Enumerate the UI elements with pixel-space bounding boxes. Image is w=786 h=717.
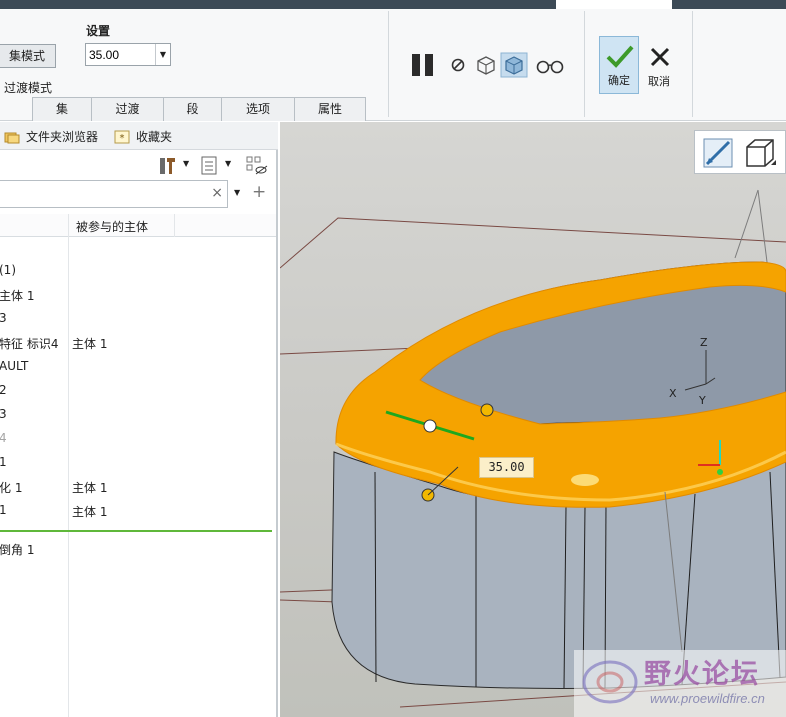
folder-browser-label: 文件夹浏览器: [26, 130, 99, 144]
tree-row-name: 1: [0, 503, 7, 517]
view-toolbar: [694, 130, 786, 174]
tree-row[interactable]: 倒角 1: [0, 538, 276, 562]
tree-row-name: 3: [0, 407, 7, 421]
tree-row-body: 主体 1: [72, 337, 108, 351]
watermark-logo-icon: [582, 660, 638, 704]
pause-icon[interactable]: [410, 52, 436, 78]
attached-preview-icon[interactable]: [500, 52, 528, 78]
tree-settings-icon[interactable]: [157, 155, 179, 177]
confirm-button[interactable]: 确定: [599, 36, 639, 94]
graphics-viewport[interactable]: Z X Y: [280, 122, 786, 717]
chevron-down-icon[interactable]: ▼: [225, 159, 231, 168]
tree-row-name: (1): [0, 263, 16, 277]
radius-drag-handle[interactable]: [480, 403, 494, 417]
tree-row[interactable]: 3: [0, 308, 276, 332]
no-preview-icon[interactable]: [450, 57, 466, 73]
show-list-icon[interactable]: [199, 155, 221, 177]
sketch-view-icon[interactable]: [703, 138, 733, 168]
tree-row-name: 1: [0, 455, 7, 469]
chevron-down-icon[interactable]: ▼: [234, 188, 240, 197]
insert-indicator[interactable]: [0, 530, 272, 532]
tab-options[interactable]: 选项: [221, 97, 295, 121]
ribbon-panel: 设置 集模式 过渡模式 ▼ 集 过渡 段 选项 属性: [0, 9, 786, 121]
tab-pieces[interactable]: 段: [163, 97, 222, 121]
tree-search-field[interactable]: ×: [0, 180, 228, 208]
confirm-label: 确定: [608, 74, 630, 87]
tree-row-name: 倒角 1: [0, 543, 35, 557]
model-3d-view[interactable]: Z X Y: [280, 122, 786, 717]
hide-items-icon[interactable]: [245, 155, 269, 177]
tree-row-name: 4: [0, 431, 7, 445]
model-tree-panel: ▼ ▼ × ▼ + 被参与的主体 (1) 主体 1 3 特征 标识4 主体 1 A…: [0, 150, 278, 717]
watermark-title: 野火论坛: [644, 659, 760, 690]
column-header-participating-body[interactable]: 被参与的主体: [76, 218, 148, 235]
navigator-tabs: 文件夹浏览器 * 收藏夹: [0, 122, 278, 150]
chevron-down-icon[interactable]: ▼: [155, 44, 170, 65]
cancel-button[interactable]: 取消: [643, 36, 675, 94]
tree-toolbar: ▼ ▼: [0, 150, 276, 180]
tree-row[interactable]: 4: [0, 428, 276, 452]
tree-row[interactable]: 2: [0, 380, 276, 404]
tree-row[interactable]: 3: [0, 404, 276, 428]
settings-group-label: 设置: [86, 24, 111, 38]
radius-value-input[interactable]: [86, 44, 156, 65]
tab-sets[interactable]: 集: [32, 97, 92, 121]
tab-favorites[interactable]: * 收藏夹: [114, 128, 172, 145]
tree-row-body: 主体 1: [72, 481, 108, 495]
column-divider[interactable]: [174, 214, 175, 237]
tree-row-name: 主体 1: [0, 289, 35, 303]
axis-y-label: Y: [698, 394, 706, 407]
cancel-label: 取消: [648, 75, 670, 88]
search-input[interactable]: [0, 181, 199, 207]
tab-folder-browser[interactable]: 文件夹浏览器: [4, 128, 98, 145]
feature-subtabs: 集 过渡 段 选项 属性: [32, 97, 366, 121]
svg-text:*: *: [120, 133, 125, 144]
ribbon-separator: [388, 11, 389, 117]
transition-mode-button[interactable]: 过渡模式: [4, 79, 52, 96]
tree-row[interactable]: 1: [0, 452, 276, 476]
tree-row-name: AULT: [0, 359, 29, 373]
favorites-label: 收藏夹: [136, 130, 173, 144]
tree-row-name: 特征 标识4: [0, 337, 59, 351]
separate-preview-icon[interactable]: [474, 53, 498, 77]
tree-row[interactable]: 化 1 主体 1: [0, 476, 276, 500]
tree-row-name: 化 1: [0, 481, 23, 495]
chevron-down-icon[interactable]: ▼: [183, 159, 189, 168]
fillet-glare: [571, 474, 599, 486]
radius-value-combo[interactable]: ▼: [85, 43, 171, 66]
active-ribbon-tab[interactable]: [556, 0, 672, 9]
axis-z-label: Z: [700, 336, 708, 349]
tree-column-headers: 被参与的主体: [0, 214, 276, 237]
watermark-url: www.proewildfire.cn: [650, 691, 765, 706]
tree-row-name: 2: [0, 383, 7, 397]
tab-transitions[interactable]: 过渡: [91, 97, 164, 121]
tree-row[interactable]: AULT: [0, 356, 276, 380]
ribbon-tab-strip: [0, 0, 786, 9]
tree-row[interactable]: (1): [0, 260, 276, 284]
axis-x-label: X: [669, 387, 677, 400]
tree-row[interactable]: 特征 标识4 主体 1: [0, 332, 276, 356]
saved-views-icon[interactable]: [743, 137, 777, 169]
ribbon-separator: [584, 11, 585, 117]
close-icon: [650, 47, 670, 67]
ribbon-separator: [692, 11, 693, 117]
set-mode-button[interactable]: 集模式: [0, 44, 56, 68]
checkmark-icon: [606, 45, 634, 68]
verify-glasses-icon[interactable]: [535, 58, 565, 74]
radius-anchor-handle[interactable]: [423, 419, 437, 433]
tree-row-body: 主体 1: [72, 505, 108, 519]
tab-properties[interactable]: 属性: [294, 97, 366, 121]
add-icon[interactable]: +: [252, 182, 266, 202]
fillet-radius-dimension[interactable]: 35.00: [479, 457, 534, 478]
clear-icon[interactable]: ×: [211, 185, 223, 201]
tree-row[interactable]: 主体 1: [0, 284, 276, 308]
favorites-icon: *: [114, 130, 130, 144]
tree-row-name: 3: [0, 311, 7, 325]
folder-icon: [4, 132, 20, 143]
tree-row[interactable]: 1 主体 1: [0, 500, 276, 524]
